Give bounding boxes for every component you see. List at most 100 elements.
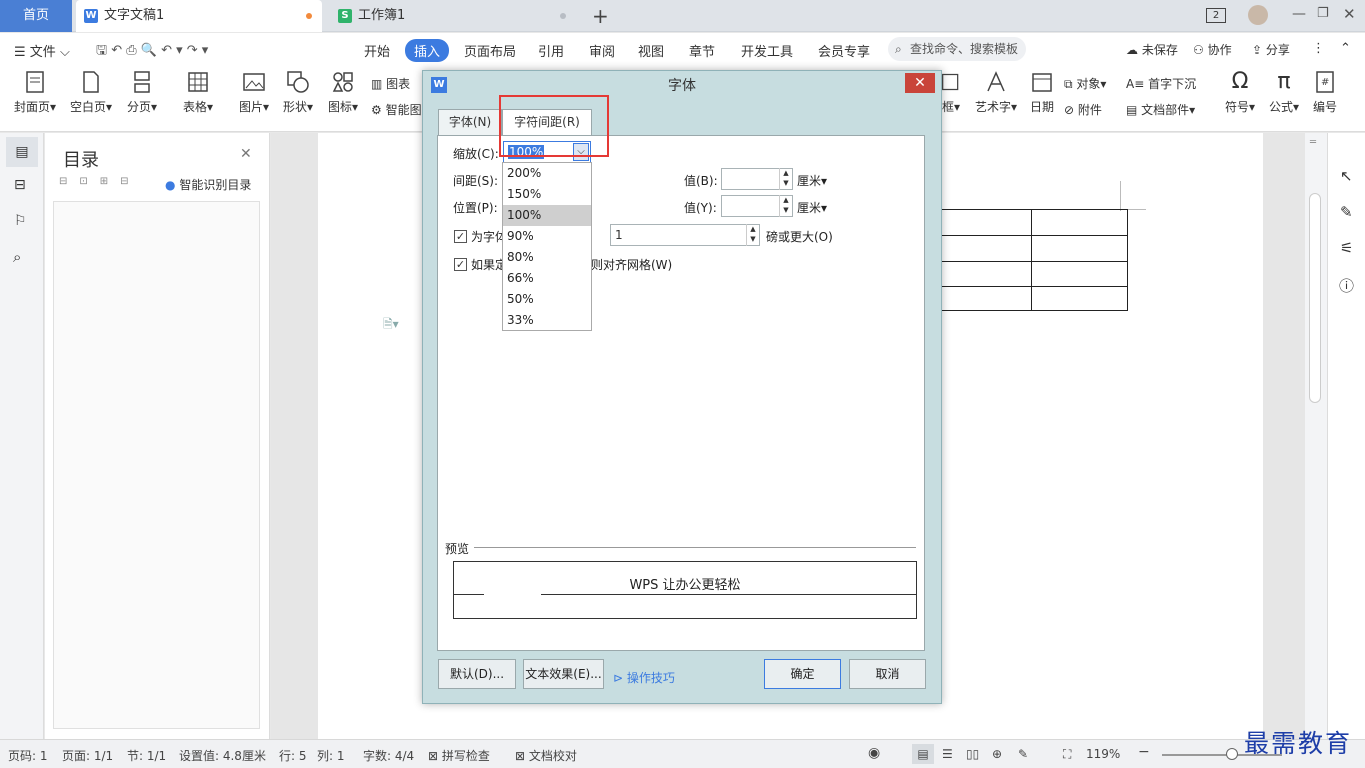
file-menu[interactable]: ☰ 文件 ⌵: [14, 41, 70, 60]
web-view-icon[interactable]: ⊕: [992, 747, 1002, 761]
collapse-ribbon-icon[interactable]: ⌃: [1340, 41, 1351, 56]
attachment-button[interactable]: ⊘ 附件: [1064, 101, 1102, 118]
tab-home[interactable]: 首页: [0, 0, 72, 32]
menu-start[interactable]: 开始: [364, 41, 390, 60]
menu-member[interactable]: 会员专享: [818, 41, 870, 60]
object-button[interactable]: ⧉ 对象▾: [1064, 75, 1106, 92]
tab-font[interactable]: 字体(N): [438, 109, 502, 136]
scale-dropdown-list[interactable]: 200% 150% 100% 90% 80% 66% 50% 33%: [502, 162, 592, 331]
eye-protection-icon[interactable]: ◉: [868, 745, 880, 761]
smart-toc-button[interactable]: ● 智能识别目录: [165, 176, 251, 193]
page-break-button[interactable]: 分页▾: [122, 70, 162, 115]
scale-option[interactable]: 150%: [503, 184, 591, 205]
pen-icon[interactable]: ✎: [1340, 203, 1353, 221]
wordart-button[interactable]: 艺术字▾: [972, 70, 1020, 115]
value-b-spinner-icon[interactable]: ▲ ▼: [779, 168, 792, 190]
kerning-checkbox[interactable]: ✓: [454, 230, 467, 243]
zoom-level[interactable]: 119%: [1086, 747, 1120, 761]
scroll-thumb[interactable]: [1309, 193, 1321, 403]
new-tab-plus-icon[interactable]: +: [592, 4, 609, 28]
fit-page-icon[interactable]: ⛶: [1063, 747, 1071, 762]
dialog-close-button[interactable]: ✕: [905, 73, 935, 93]
doc-parts-button[interactable]: ▤ 文档部件▾: [1126, 101, 1195, 118]
unit-y-select[interactable]: 厘米▾: [797, 199, 827, 216]
kerning-spinner-icon[interactable]: ▲ ▼: [746, 224, 759, 246]
shape-button[interactable]: 形状▾: [278, 70, 318, 115]
menu-insert[interactable]: 插入: [405, 39, 450, 62]
textbox-button[interactable]: 框▾: [940, 70, 962, 115]
formula-button[interactable]: π 公式▾: [1264, 70, 1304, 115]
table-button[interactable]: 表格▾: [178, 70, 218, 115]
smart-graphic-button[interactable]: ⚙ 智能图: [371, 101, 422, 118]
scale-option[interactable]: 50%: [503, 289, 591, 310]
symbol-button[interactable]: Ω 符号▾: [1220, 70, 1260, 115]
window-count[interactable]: 2: [1206, 8, 1226, 23]
unsaved-status[interactable]: ☁ 未保存: [1126, 41, 1178, 58]
scale-option[interactable]: 90%: [503, 226, 591, 247]
dropcap-button[interactable]: A≡ 首字下沉: [1126, 75, 1196, 92]
paragraph-marker-icon[interactable]: 🗎▾: [383, 315, 399, 336]
status-words[interactable]: 字数: 4/4: [363, 747, 414, 764]
value-y-spinner-icon[interactable]: ▲ ▼: [779, 195, 792, 217]
menu-reference[interactable]: 引用: [538, 41, 564, 60]
find-icon[interactable]: ⌕: [13, 248, 21, 266]
menu-view[interactable]: 视图: [638, 41, 664, 60]
cancel-button[interactable]: 取消: [849, 659, 926, 689]
close-dot-icon[interactable]: [560, 13, 566, 19]
spell-check-button[interactable]: ⊠ 拼写检查: [428, 747, 490, 764]
numbering-button[interactable]: # 编号: [1310, 70, 1340, 115]
scale-option[interactable]: 33%: [503, 310, 591, 331]
blank-page-button[interactable]: 空白页▾: [68, 70, 114, 115]
zoom-slider-handle[interactable]: [1226, 748, 1238, 760]
page-view-icon[interactable]: ▤: [912, 744, 934, 764]
menu-layout[interactable]: 页面布局: [464, 41, 516, 60]
search-input[interactable]: ⌕ 查找命令、搜索模板: [888, 37, 1026, 61]
reading-view-icon[interactable]: ▯▯: [966, 747, 979, 761]
more-icon[interactable]: ⋮: [1312, 41, 1325, 56]
tab-document[interactable]: W 文字文稿1: [76, 0, 322, 32]
kerning-input[interactable]: 1 ▲ ▼: [610, 224, 760, 246]
tab-workbook[interactable]: S 工作簿1: [330, 0, 576, 32]
menu-developer[interactable]: 开发工具: [741, 41, 793, 60]
unit-b-select[interactable]: 厘米▾: [797, 172, 827, 189]
outline-icon[interactable]: ▤: [6, 137, 38, 167]
zoom-out-icon[interactable]: −: [1138, 744, 1150, 760]
navigation-icon[interactable]: ⊟: [14, 177, 26, 193]
avatar[interactable]: [1248, 5, 1268, 25]
cover-page-button[interactable]: 封面页▾: [12, 70, 58, 115]
scale-option[interactable]: 66%: [503, 268, 591, 289]
collab-button[interactable]: ⚇ 协作: [1193, 41, 1232, 58]
default-button[interactable]: 默认(D)...: [438, 659, 516, 689]
value-b-input[interactable]: ▲ ▼: [721, 168, 793, 190]
date-button[interactable]: 日期: [1028, 70, 1056, 115]
toc-tools-icons[interactable]: ⊟⊡⊞⊟: [59, 176, 141, 187]
restore-icon[interactable]: ❐: [1317, 6, 1329, 21]
picture-button[interactable]: 图片▾: [234, 70, 274, 115]
minimize-icon[interactable]: —: [1292, 6, 1306, 22]
outline-view-icon[interactable]: ☰: [942, 747, 953, 761]
scale-option[interactable]: 80%: [503, 247, 591, 268]
grid-checkbox[interactable]: ✓: [454, 258, 467, 271]
tips-link[interactable]: ⊳ 操作技巧: [613, 669, 675, 686]
help-icon[interactable]: ⓘ: [1339, 275, 1354, 296]
scale-option-selected[interactable]: 100%: [503, 205, 591, 226]
bookmark-icon[interactable]: ⚐: [14, 213, 27, 229]
vertical-scrollbar[interactable]: ═: [1305, 133, 1327, 739]
scale-option[interactable]: 200%: [503, 163, 591, 184]
icon-button[interactable]: 图标▾: [323, 70, 363, 115]
proofread-button[interactable]: ⊠ 文档校对: [515, 747, 577, 764]
close-panel-icon[interactable]: ✕: [240, 146, 252, 162]
menu-review[interactable]: 审阅: [589, 41, 615, 60]
settings-sliders-icon[interactable]: ⚟: [1340, 239, 1353, 257]
text-effects-button[interactable]: 文本效果(E)...: [523, 659, 604, 689]
value-y-input[interactable]: ▲ ▼: [721, 195, 793, 217]
quick-access-icons[interactable]: 🖫 ↶ ⎙ 🔍 ↶ ▾ ↷ ▾: [96, 41, 208, 63]
ok-button[interactable]: 确定: [764, 659, 841, 689]
close-window-icon[interactable]: ✕: [1343, 5, 1356, 23]
chart-button[interactable]: ▥ 图表: [371, 75, 410, 92]
write-view-icon[interactable]: ✎: [1018, 747, 1028, 761]
share-button[interactable]: ⇪ 分享: [1252, 41, 1290, 58]
menu-chapter[interactable]: 章节: [689, 41, 715, 60]
select-pointer-icon[interactable]: ↖: [1340, 167, 1353, 185]
scroll-up-icon[interactable]: ═: [1310, 137, 1316, 148]
